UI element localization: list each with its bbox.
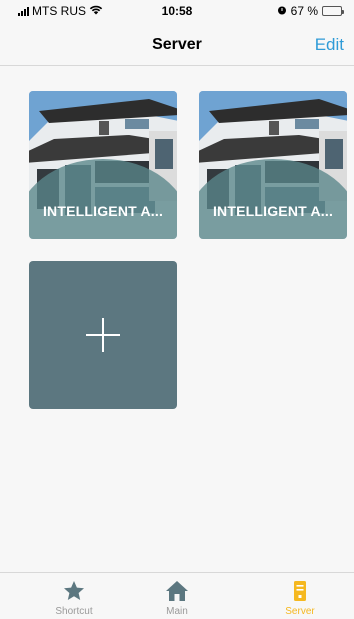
tab-server[interactable]: Server — [255, 579, 345, 617]
edit-button[interactable]: Edit — [315, 35, 344, 55]
alarm-icon — [277, 4, 287, 18]
server-icon — [255, 579, 345, 603]
server-card[interactable]: INTELLIGENT A... — [29, 91, 177, 239]
tab-shortcut[interactable]: Shortcut — [29, 579, 119, 617]
status-bar: MTS RUS 10:58 67 % — [0, 0, 354, 22]
server-grid: INTELLIGENT A... INTELLIGENT A... — [0, 67, 354, 567]
navigation-bar: Server Edit — [0, 22, 354, 66]
battery-icon — [322, 6, 344, 16]
tab-label: Main — [166, 606, 188, 617]
add-server-button[interactable] — [29, 261, 177, 409]
tab-main[interactable]: Main — [132, 579, 222, 617]
tab-label: Shortcut — [55, 606, 93, 617]
tab-label: Server — [285, 606, 315, 617]
server-label: INTELLIGENT A... — [212, 203, 334, 219]
plus-icon — [86, 318, 120, 352]
home-icon — [132, 579, 222, 603]
tab-bar: Shortcut Main Server — [0, 572, 354, 619]
server-card[interactable]: INTELLIGENT A... — [199, 91, 347, 239]
battery-percent: 67 % — [290, 4, 318, 18]
page-title: Server — [152, 36, 202, 53]
star-icon — [29, 579, 119, 603]
status-right: 67 % — [277, 4, 344, 18]
server-label: INTELLIGENT A... — [42, 203, 164, 219]
